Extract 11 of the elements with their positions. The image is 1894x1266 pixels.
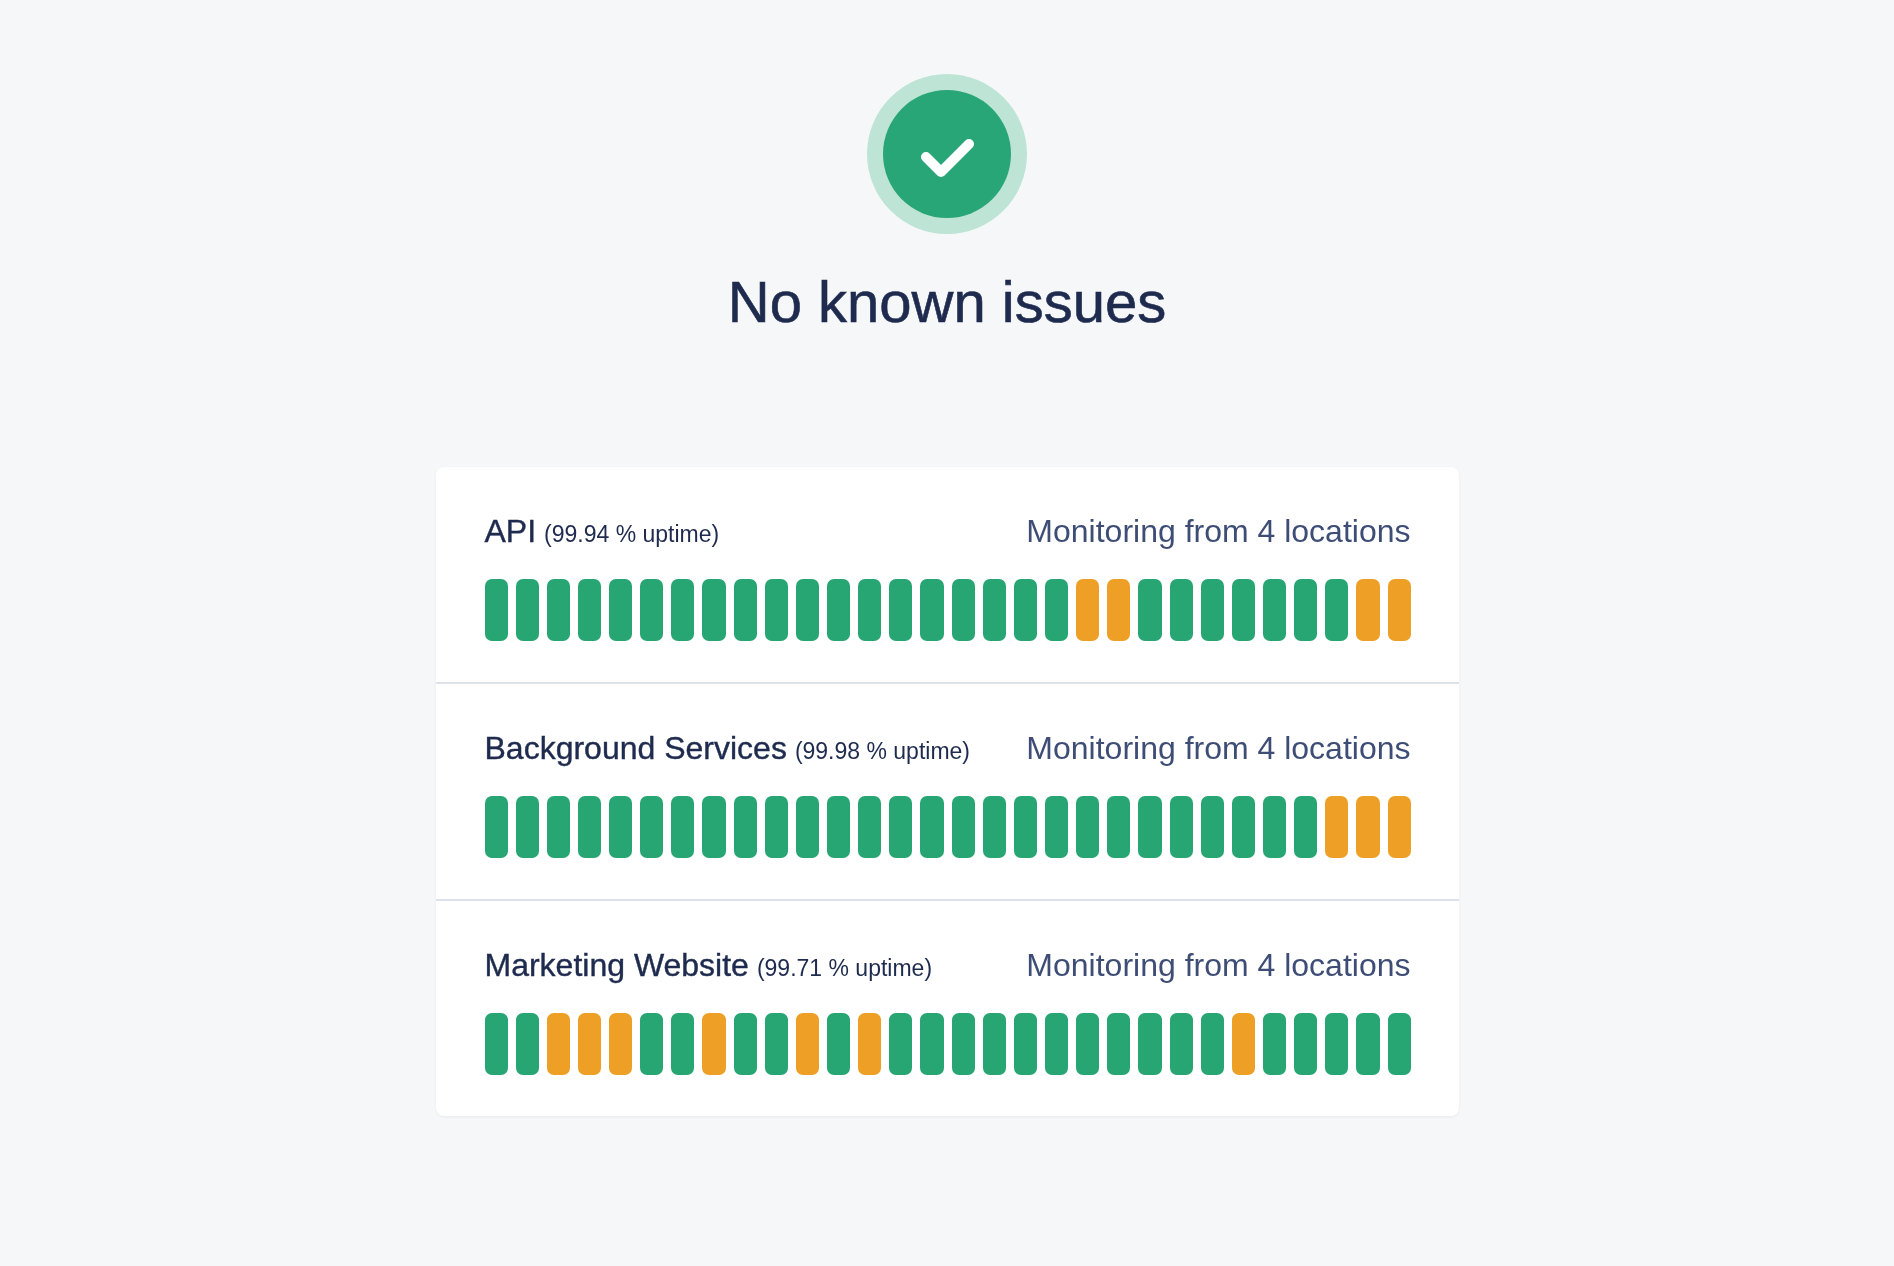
status-title: No known issues (727, 268, 1167, 336)
service-name: Marketing Website (484, 946, 749, 985)
monitoring-locations: Monitoring from 4 locations (1026, 512, 1411, 551)
uptime-percentage: (99.98 % uptime) (794, 737, 970, 766)
check-circle-icon (867, 74, 1027, 234)
monitoring-locations: Monitoring from 4 locations (1026, 729, 1411, 768)
service-name: API (484, 512, 537, 551)
service-name: Background Services (484, 729, 787, 768)
uptime-percentage: (99.71 % uptime) (756, 954, 933, 983)
monitoring-locations: Monitoring from 4 locations (1026, 946, 1411, 985)
uptime-percentage: (99.94 % uptime) (544, 520, 720, 549)
